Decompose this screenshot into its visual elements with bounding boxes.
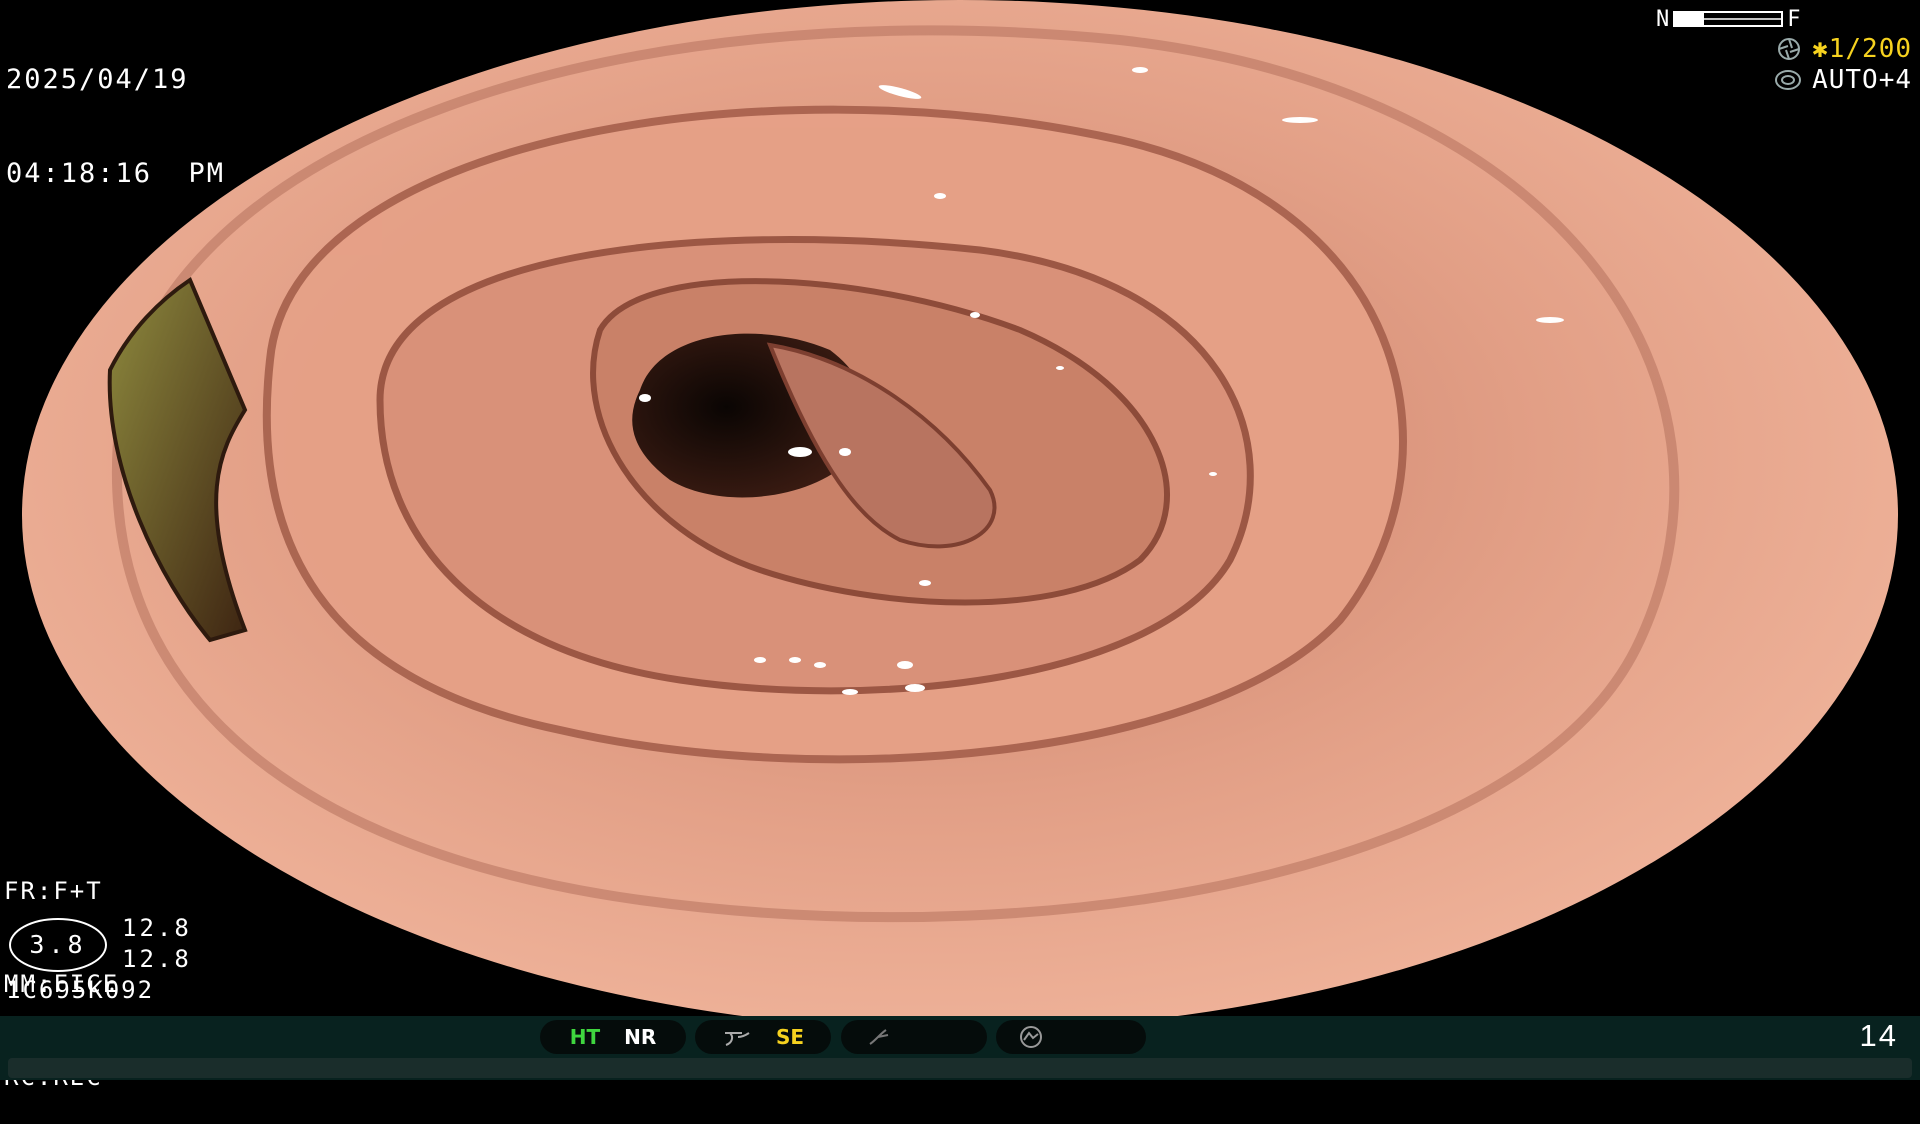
value-pair: 12.8 12.8 xyxy=(122,913,192,975)
pair-bottom-value: 12.8 xyxy=(122,945,192,973)
status-rail xyxy=(8,1058,1912,1078)
status-bar: HT NR SE xyxy=(0,1016,1920,1080)
indicator-value: 3.8 xyxy=(29,930,87,959)
pair-top-value: 12.8 xyxy=(122,914,192,942)
nr-indicator: NR xyxy=(624,1025,657,1049)
auto-iris-icon xyxy=(1775,70,1802,90)
datetime-overlay: 2025/04/19 04:18:16 PM xyxy=(6,2,225,221)
status-pill-se: SE xyxy=(695,1020,831,1054)
magnification-indicator: 3.8 xyxy=(8,917,108,973)
far-label: F xyxy=(1787,6,1801,32)
scope-serial: 1C695K092 xyxy=(6,976,155,1004)
se-indicator: SE xyxy=(775,1025,805,1049)
shutter-speed-text: ✱1/200 xyxy=(1812,34,1912,64)
freeze-curve-icon xyxy=(724,1032,750,1046)
near-label: N xyxy=(1656,6,1670,32)
status-pill-pump xyxy=(996,1020,1146,1054)
focus-scale: N F xyxy=(1656,4,1801,34)
date-text: 2025/04/19 xyxy=(6,64,189,95)
pump-icon xyxy=(1020,1026,1042,1048)
status-pill-lightning xyxy=(841,1020,987,1054)
status-pill-ht-nr: HT NR xyxy=(540,1020,686,1054)
ht-indicator: HT xyxy=(569,1025,601,1049)
time-text: 04:18:16 PM xyxy=(6,158,226,189)
exposure-row: AUTO+4 xyxy=(1774,65,1912,95)
shutter-row: ✱1/200 xyxy=(1776,34,1912,64)
focus-scale-bar xyxy=(1673,11,1784,27)
endoscope-view xyxy=(22,0,1898,1030)
lightning-icon xyxy=(869,1029,889,1045)
shutter-icon xyxy=(1778,38,1801,60)
auto-exposure-text: AUTO+4 xyxy=(1812,65,1912,95)
fr-text: FR:F+T xyxy=(4,877,103,905)
frame-count: 14 xyxy=(1859,1018,1898,1053)
